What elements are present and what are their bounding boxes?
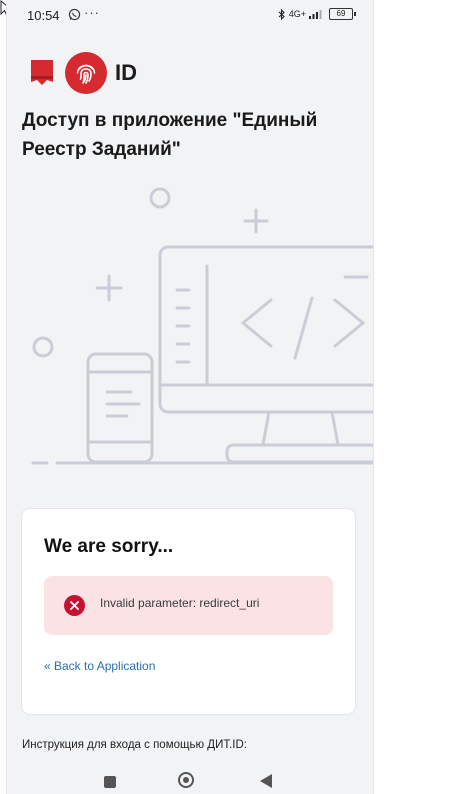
status-time: 10:54 [27, 8, 60, 23]
battery-icon: 69 [329, 8, 356, 20]
whatsapp-icon [68, 8, 81, 21]
error-alert: Invalid parameter: redirect_uri [44, 576, 333, 635]
android-nav-bar [7, 760, 373, 794]
devices-illustration [31, 187, 373, 465]
error-icon [64, 595, 85, 616]
recent-apps-button[interactable] [104, 776, 116, 788]
status-indicators: 4G+ 69 [278, 8, 356, 20]
back-button[interactable] [260, 774, 272, 788]
status-bar: 10:54 ··· 4G+ 69 [7, 0, 373, 32]
moscow-flag-logo [31, 60, 53, 85]
fingerprint-icon [76, 64, 96, 84]
close-x-icon [70, 601, 79, 610]
page-title: Доступ в приложение "Единый Реестр Задан… [22, 110, 318, 160]
screen: 10:54 ··· 4G+ 69 ID Доступ в приложение … [0, 0, 469, 794]
login-instruction-text: Инструкция для входа с помощью ДИТ.ID: [22, 739, 247, 751]
status-more: ··· [84, 5, 100, 20]
home-button[interactable] [178, 772, 194, 788]
network-type: 4G+ [288, 9, 306, 19]
signal-icon [309, 10, 322, 19]
logo-row: ID [29, 52, 137, 94]
error-title: We are sorry... [44, 536, 174, 557]
phone-screen: 10:54 ··· 4G+ 69 ID Доступ в приложение … [7, 0, 373, 794]
bluetooth-icon [278, 8, 285, 20]
error-card: We are sorry... Invalid parameter: redir… [22, 509, 355, 714]
error-message: Invalid parameter: redirect_uri [100, 596, 260, 610]
fingerprint-logo [65, 52, 107, 94]
logo-id-text: ID [115, 60, 137, 85]
back-to-application-link[interactable]: « Back to Application [44, 659, 155, 673]
